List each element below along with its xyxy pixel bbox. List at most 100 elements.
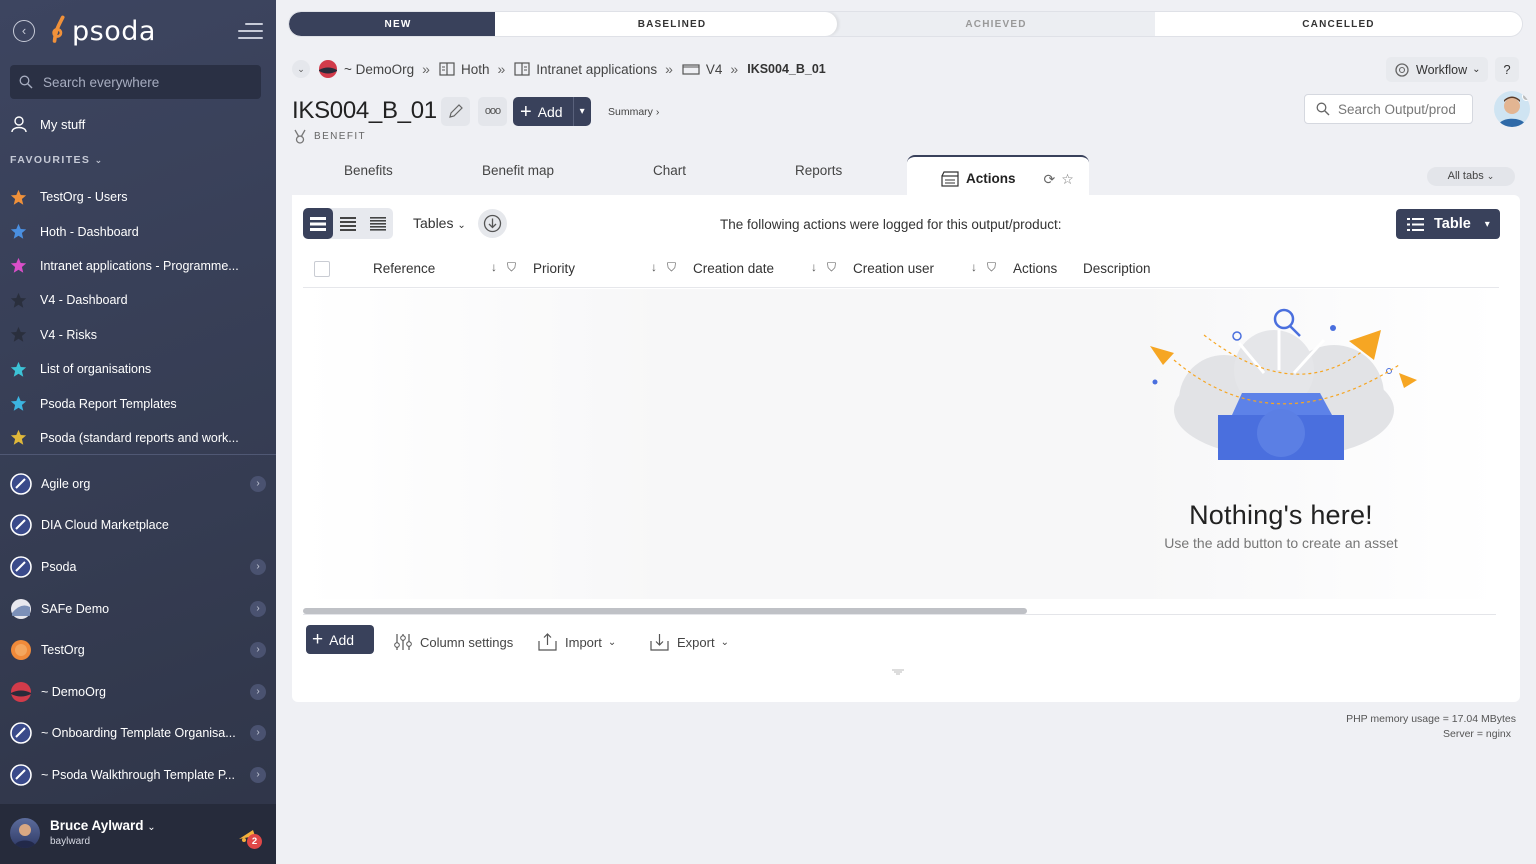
column-settings-button[interactable]: Column settings [394,633,513,651]
sort-icon: ↓ [811,260,817,274]
creation-user-sort-filter[interactable]: ↓ ⛉ [971,260,996,275]
breadcrumb-programme[interactable]: Intranet applications [514,62,657,77]
organisation-item[interactable]: Agile org › [10,463,268,505]
notifications-button[interactable]: 2 [236,824,262,849]
favourite-item[interactable]: TestOrg - Users [10,180,266,214]
chevron-down-icon: ⌄ [1486,171,1495,181]
organisation-item[interactable]: ~ DemoOrg › [10,671,268,713]
import-label: Import [565,634,602,650]
chevron-right-icon[interactable]: › [250,725,266,742]
organisation-item[interactable]: DIA Cloud Marketplace [10,505,268,547]
column-priority[interactable]: Priority [533,261,575,276]
chevron-right-icon[interactable]: › [250,683,266,700]
workflow-button[interactable]: Workflow ⌄ [1386,57,1488,82]
favourites-heading[interactable]: FAVOURITES ⌄ [10,154,104,166]
chevron-down-icon[interactable]: ▾ [572,97,585,126]
user-panel[interactable]: Bruce Aylward ⌄ baylward 2 [0,804,276,864]
import-button[interactable]: Import ⌄ [538,633,616,651]
organisation-item[interactable]: ~ Onboarding Template Organisa... › [10,713,268,755]
favourite-item[interactable]: V4 - Risks [10,318,266,352]
favourite-item[interactable]: Intranet applications - Programme... [10,249,266,283]
density-normal-icon[interactable] [333,208,363,239]
favourite-item[interactable]: Hoth - Dashboard [10,214,266,248]
chevron-right-icon[interactable]: › [250,558,266,575]
filter-icon: ⛉ [507,260,517,274]
column-creation-date[interactable]: Creation date [693,261,774,276]
summary-link[interactable]: Summary › [608,106,659,118]
favourite-item[interactable]: V4 - Dashboard [10,283,266,317]
tab-reports[interactable]: Reports [795,163,842,178]
organisation-item[interactable]: SAFe Demo › [10,588,268,630]
favourite-item[interactable]: List of organisations [10,352,266,386]
chevron-down-icon: ⌄ [457,220,466,231]
organisation-icon [11,640,31,661]
download-button[interactable] [478,209,507,238]
chevron-right-icon[interactable]: › [250,642,266,659]
help-button[interactable]: ? [1495,57,1519,82]
density-compact-icon[interactable] [363,208,393,239]
tab-chart[interactable]: Chart [653,163,686,178]
stage-new[interactable]: NEW [289,12,507,36]
stage-cancelled[interactable]: CANCELLED [1143,12,1522,36]
stage-baselined[interactable]: BASELINED [495,12,837,36]
chevron-right-icon[interactable]: › [250,475,266,492]
menu-collapse-icon[interactable] [238,23,263,39]
star-icon[interactable]: ☆ [1061,171,1074,195]
column-settings-label: Column settings [420,634,514,650]
chevron-right-icon[interactable]: › [250,766,266,783]
more-options-button[interactable]: ooo [478,97,507,126]
avatar[interactable] [1494,91,1530,127]
column-description[interactable]: Description [1083,261,1151,276]
stage-achieved[interactable]: ACHIEVED [825,12,1155,36]
refresh-icon[interactable]: ⟳ [1044,171,1056,195]
organisation-item[interactable]: TestOrg › [10,629,268,671]
back-icon[interactable]: ‹ [13,20,35,42]
user-name[interactable]: Bruce Aylward ⌄ [50,818,156,833]
breadcrumb-org[interactable]: ~ DemoOrg [318,59,414,79]
edit-button[interactable] [441,97,470,126]
favourite-item[interactable]: Psoda Report Templates [10,386,266,420]
column-actions[interactable]: Actions [1013,261,1057,276]
my-stuff-link[interactable]: My stuff [10,115,85,133]
select-all-checkbox[interactable] [314,261,330,277]
density-comfortable-icon[interactable] [303,208,333,239]
resize-handle-icon[interactable] [892,669,904,675]
tables-dropdown[interactable]: Tables ⌄ [413,215,466,231]
psoda-logo[interactable]: psoda [50,14,156,48]
breadcrumb-dropdown-icon[interactable]: ⌄ [292,60,310,78]
logo-text: psoda [72,15,156,47]
download-circle-icon [483,214,502,233]
tab-benefits[interactable]: Benefits [344,163,393,178]
tab-benefit-map[interactable]: Benefit map [482,163,554,178]
breadcrumb-portfolio[interactable]: Hoth [439,62,489,77]
list-icon [1407,217,1424,231]
breadcrumb-project[interactable]: V4 [682,62,722,77]
table-view-button[interactable]: Table ▾ [1396,209,1500,239]
favourite-item[interactable]: Psoda (standard reports and work... [10,421,266,455]
column-reference[interactable]: Reference [373,261,435,276]
search-output-input[interactable]: Search Output/prod [1304,94,1473,124]
all-tabs-button[interactable]: All tabs ⌄ [1427,167,1515,186]
tab-actions[interactable]: Actions ⟳ ☆ [907,155,1089,195]
footer-add-button[interactable]: + Add [306,625,374,654]
favourite-label: Intranet applications - Programme... [40,258,239,273]
workflow-label: Workflow [1416,62,1468,77]
organisation-label: ~ Psoda Walkthrough Template P... [41,767,235,782]
filter-icon: ⛉ [827,260,837,274]
organisation-item[interactable]: Psoda › [10,546,268,588]
search-placeholder: Search everywhere [43,74,160,90]
organisation-item[interactable]: ~ Psoda Walkthrough Template P... › [10,754,268,796]
search-output-placeholder: Search Output/prod [1338,101,1456,117]
footer-add-label: Add [329,631,355,648]
add-button[interactable]: + Add ▾ [513,97,591,126]
avatar[interactable] [10,818,40,848]
priority-sort-filter[interactable]: ↓ ⛉ [651,260,676,275]
search-everywhere-input[interactable]: Search everywhere [10,65,261,99]
chevron-right-icon[interactable]: › [250,600,266,617]
sliders-icon [394,634,412,650]
reference-sort-filter[interactable]: ↓ ⛉ [491,260,516,275]
star-icon [10,258,27,274]
column-creation-user[interactable]: Creation user [853,261,934,276]
export-button[interactable]: Export ⌄ [650,633,729,651]
creation-date-sort-filter[interactable]: ↓ ⛉ [811,260,836,275]
